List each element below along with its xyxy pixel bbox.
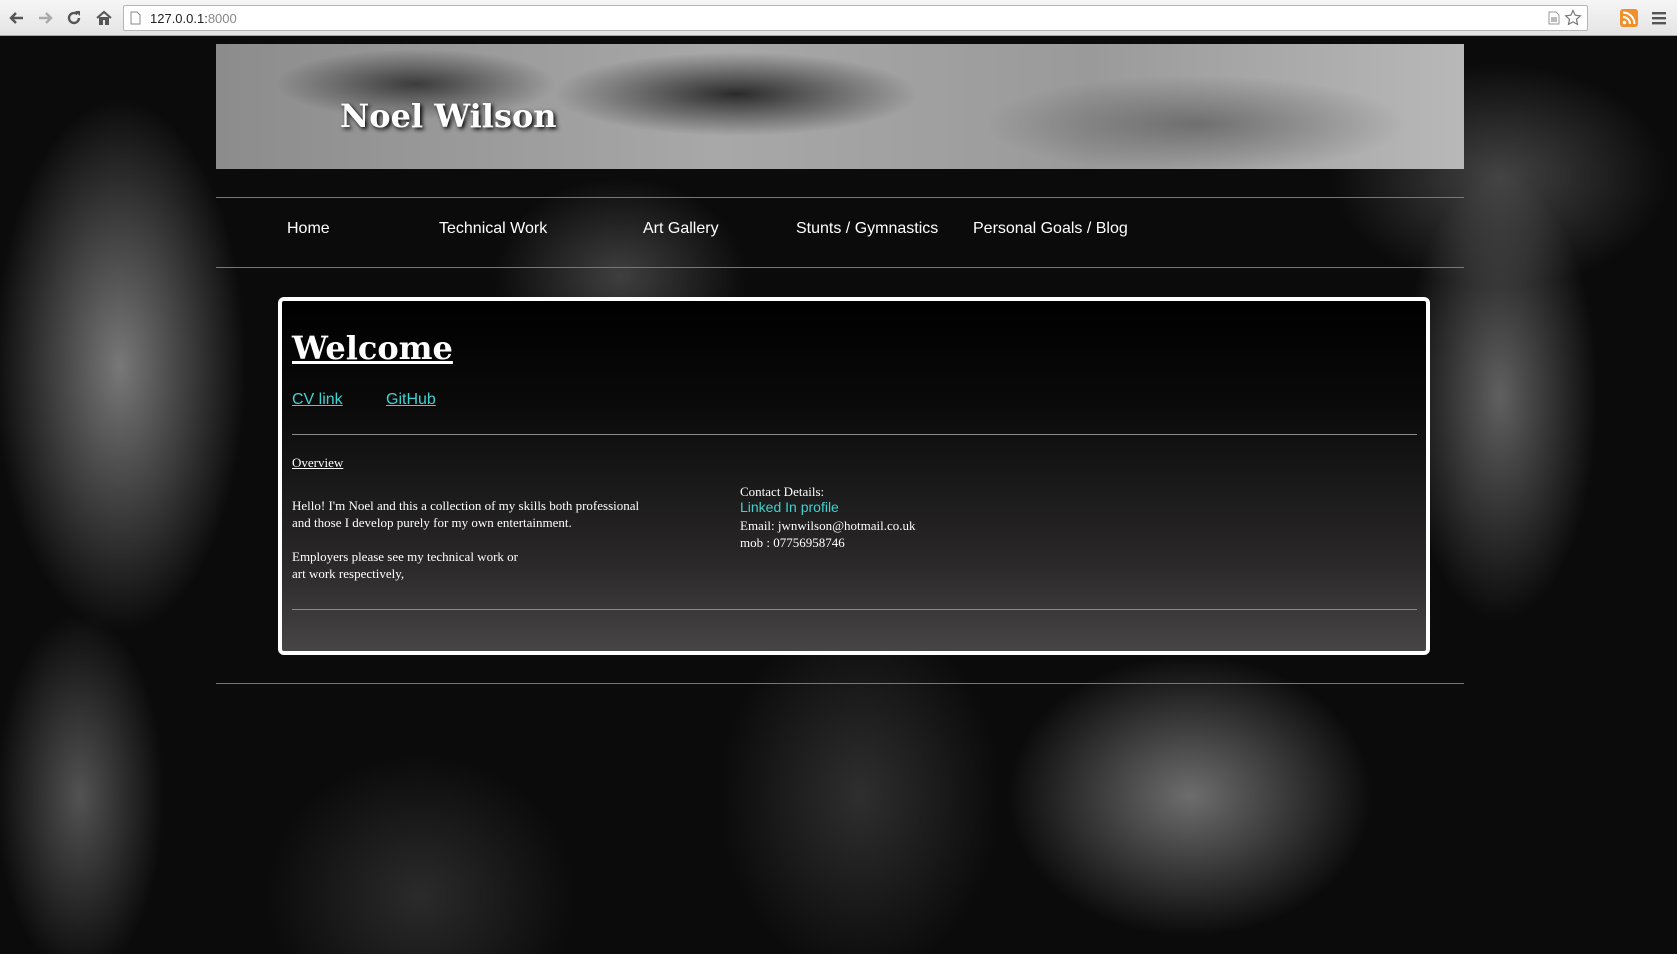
overview-label: Overview — [292, 455, 344, 470]
browser-toolbar: 127.0.0.1:8000 — [0, 0, 1677, 36]
star-icon[interactable] — [1564, 9, 1582, 27]
address-bar[interactable]: 127.0.0.1:8000 — [123, 5, 1588, 31]
page-viewport: Noel Wilson Home Technical Work Art Gall… — [0, 36, 1677, 954]
welcome-heading: Welcome — [292, 329, 453, 367]
panel-divider-top — [292, 434, 1417, 435]
nav-divider-bottom — [216, 267, 1464, 268]
page-icon — [130, 11, 141, 25]
contact-mobile: mob : 07756958746 — [740, 535, 845, 550]
forward-icon[interactable] — [33, 6, 57, 30]
intro-line-1: Hello! I'm Noel and this a collection of… — [292, 498, 640, 513]
nav-art-gallery[interactable]: Art Gallery — [643, 220, 719, 238]
menu-icon[interactable] — [1652, 11, 1666, 25]
reload-icon[interactable] — [62, 6, 86, 30]
back-icon[interactable] — [5, 6, 29, 30]
footer-divider — [216, 683, 1464, 684]
site-banner: Noel Wilson — [216, 44, 1464, 169]
nav-technical-work[interactable]: Technical Work — [439, 220, 547, 238]
contact-heading: Contact Details: — [740, 484, 825, 499]
site-title: Noel Wilson — [340, 97, 557, 135]
nav-personal-goals-blog[interactable]: Personal Goals / Blog — [973, 220, 1128, 238]
github-link[interactable]: GitHub — [386, 391, 436, 409]
panel-divider-bottom — [292, 609, 1417, 610]
employer-line-2: art work respectively, — [292, 566, 405, 581]
rss-icon[interactable] — [1620, 9, 1638, 27]
intro-line-2: and those I develop purely for my own en… — [292, 515, 572, 530]
nav-divider-top — [216, 197, 1464, 198]
linkedin-link[interactable]: Linked In profile — [740, 499, 839, 516]
document-icon[interactable] — [1548, 11, 1560, 25]
employer-line-1: Employers please see my technical work o… — [292, 549, 518, 564]
cv-link[interactable]: CV link — [292, 391, 343, 409]
welcome-panel: Welcome CV link GitHub Overview Hello! I… — [278, 297, 1430, 655]
home-icon[interactable] — [92, 6, 116, 30]
nav-home[interactable]: Home — [287, 220, 330, 238]
nav-stunts-gymnastics[interactable]: Stunts / Gymnastics — [796, 220, 938, 238]
contact-email: Email: jwnwilson@hotmail.co.uk — [740, 518, 916, 533]
url-text: 127.0.0.1:8000 — [150, 11, 237, 26]
